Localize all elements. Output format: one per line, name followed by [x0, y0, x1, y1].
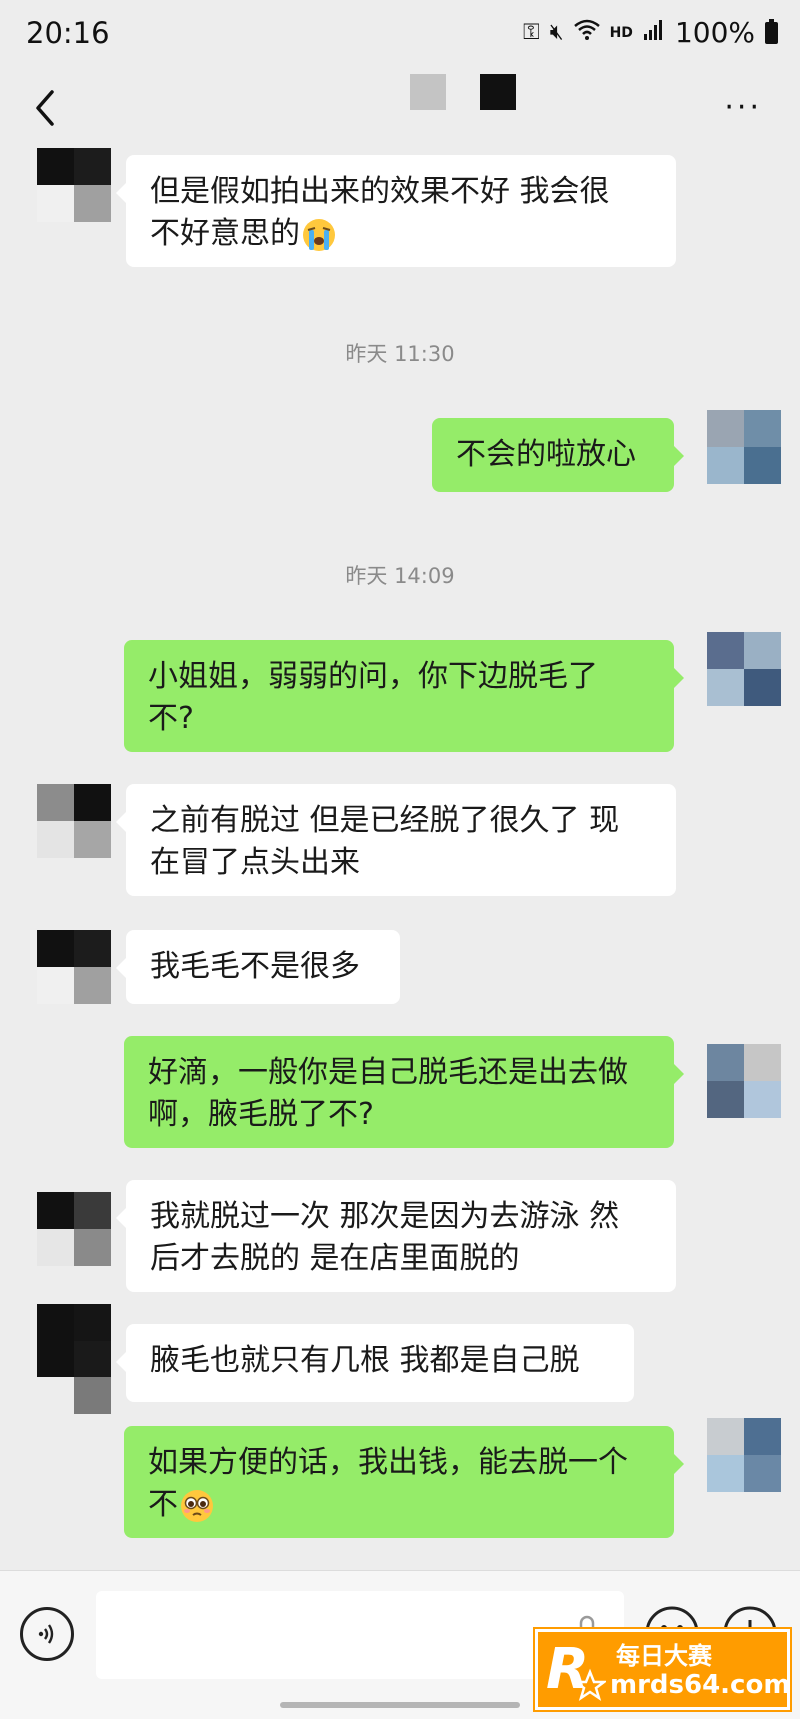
status-bar: 20:16 ⚿ 🔇︎ HD 100% [0, 0, 800, 72]
home-indicator [280, 1702, 520, 1708]
message-text: 在冒了点头出来 [150, 845, 360, 880]
chat-header: ··· [0, 72, 800, 148]
message-bubble-sent[interactable]: 小姐姐，弱弱的问，你下边脱毛了 不? [124, 640, 684, 752]
status-time: 20:16 [26, 16, 110, 50]
redacted-block [410, 74, 446, 110]
message-text: 我就脱过一次 那次是因为去游泳 然 [150, 1199, 620, 1234]
message-text: 不会的啦放心 [456, 437, 636, 472]
message-text: 不? [148, 701, 194, 736]
message-bubble-sent[interactable]: 不会的啦放心 [432, 418, 684, 492]
watermark: R 每日大赛 mrds64.com [535, 1629, 790, 1710]
message-text: 不 [148, 1487, 178, 1522]
message-text: 腋毛也就只有几根 我都是自己脱 [150, 1343, 580, 1378]
message-text: 如果方便的话，我出钱，能去脱一个 [148, 1445, 628, 1480]
my-avatar[interactable] [707, 632, 781, 706]
wifi-icon [573, 19, 600, 47]
message-text: 啊，腋毛脱了不? [148, 1097, 374, 1132]
watermark-logo: R [546, 1637, 606, 1702]
contact-avatar[interactable] [37, 1304, 111, 1414]
timestamp: 昨天 14:09 [345, 564, 455, 588]
pleading-face-icon [181, 1489, 213, 1522]
contact-avatar[interactable] [37, 930, 111, 1004]
message-bubble-received[interactable]: 腋毛也就只有几根 我都是自己脱 [116, 1324, 634, 1402]
battery-icon [765, 18, 778, 44]
timestamp: 昨天 11:30 [345, 342, 455, 366]
back-button[interactable] [28, 88, 64, 128]
battery-level: 100% [674, 16, 755, 49]
contact-name-redacted [410, 74, 516, 110]
message-list[interactable]: 但是假如拍出来的效果不好 我会很 不好意思的 昨天 11:30 不会的啦放心 昨… [0, 148, 800, 1570]
watermark-url: mrds64.com [610, 1670, 791, 1700]
voice-icon [38, 1624, 54, 1644]
hd-label: HD [609, 24, 633, 41]
redacted-block [480, 74, 516, 110]
contact-avatar[interactable] [37, 784, 111, 858]
contact-avatar[interactable] [37, 148, 111, 222]
message-text: 后才去脱的 是在店里面脱的 [150, 1241, 520, 1276]
message-bubble-received[interactable]: 我就脱过一次 那次是因为去游泳 然 后才去脱的 是在店里面脱的 [116, 1180, 676, 1292]
signal-icon [643, 19, 665, 47]
message-bubble-sent[interactable]: 好滴，一般你是自己脱毛还是出去做 啊，腋毛脱了不? [124, 1036, 684, 1148]
mute-icon: 🔇︎ [549, 20, 564, 45]
message-text: 但是假如拍出来的效果不好 我会很 [150, 174, 610, 209]
my-avatar[interactable] [707, 410, 781, 484]
message-text: 小姐姐，弱弱的问，你下边脱毛了 [148, 659, 598, 694]
my-avatar[interactable] [707, 1044, 781, 1118]
message-bubble-received[interactable]: 之前有脱过 但是已经脱了很久了 现 在冒了点头出来 [116, 784, 676, 896]
contact-avatar[interactable] [37, 1192, 111, 1266]
voice-button[interactable] [20, 1607, 74, 1661]
message-text: 不好意思的 [150, 216, 300, 251]
more-button[interactable]: ··· [724, 90, 762, 125]
message-text: 好滴，一般你是自己脱毛还是出去做 [148, 1055, 628, 1090]
my-avatar[interactable] [707, 1418, 781, 1492]
message-text: 之前有脱过 但是已经脱了很久了 现 [150, 803, 620, 838]
message-text: 我毛毛不是很多 [150, 949, 360, 984]
status-icons: ⚿ 🔇︎ HD 100% [523, 16, 778, 49]
message-bubble-sent[interactable]: 如果方便的话，我出钱，能去脱一个 不 [124, 1426, 684, 1538]
watermark-title: 每日大赛 [616, 1642, 712, 1670]
crying-face-icon [303, 218, 335, 251]
key-icon: ⚿ [522, 20, 540, 45]
message-bubble-received[interactable]: 我毛毛不是很多 [116, 930, 400, 1004]
message-bubble-received[interactable]: 但是假如拍出来的效果不好 我会很 不好意思的 [116, 155, 676, 267]
chevron-left-icon [36, 90, 54, 126]
